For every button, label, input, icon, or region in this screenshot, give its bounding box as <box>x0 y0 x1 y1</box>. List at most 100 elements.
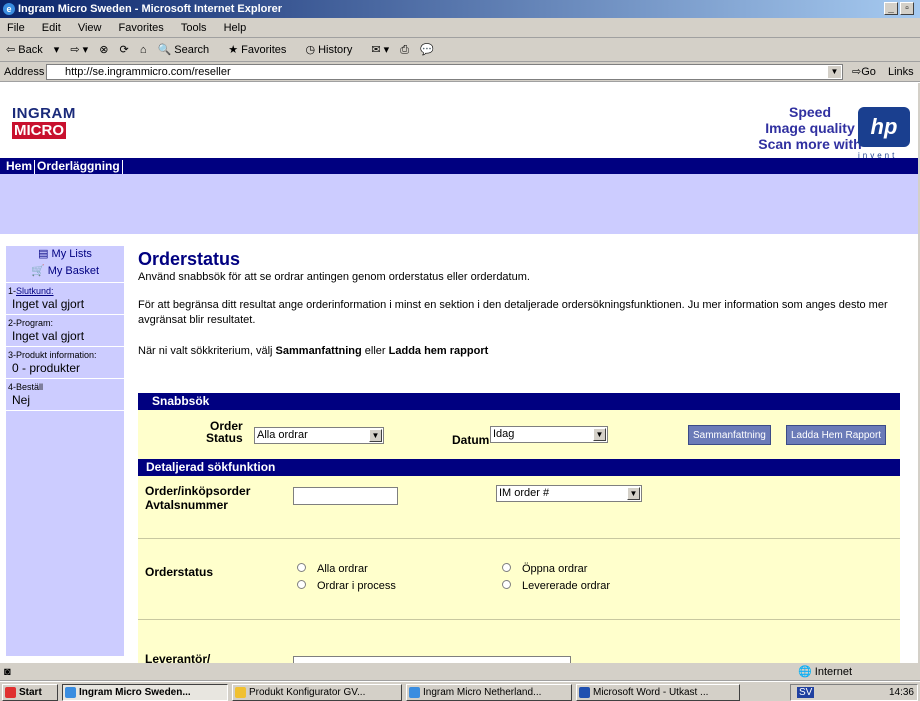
order-status-select[interactable]: Alla ordrar ▼ <box>254 427 384 444</box>
back-label: Back <box>18 44 43 56</box>
radio-in-process[interactable] <box>297 580 306 589</box>
stop-icon[interactable]: ⊗ <box>99 44 108 56</box>
window-title: Ingram Micro Sweden - Microsoft Internet… <box>18 3 283 15</box>
radio-all-orders-label: Alla ordrar <box>317 563 368 575</box>
task-ingram-sweden[interactable]: Ingram Micro Sweden... <box>62 684 228 701</box>
address-dropdown-icon[interactable]: ▼ <box>828 66 841 78</box>
internet-zone: 🌐 Internet <box>798 666 853 678</box>
step-1-value: Inget val gjort <box>12 297 85 311</box>
go-button[interactable]: ⇨Go <box>852 62 876 82</box>
nav-home[interactable]: Hem <box>6 159 32 173</box>
step-4-label: 4-Beställ <box>8 382 44 392</box>
ingram-logo-line2[interactable]: MICRO <box>12 122 66 139</box>
start-button[interactable]: Start <box>2 684 58 701</box>
print-icon[interactable]: ⎙ <box>400 44 409 56</box>
dropdown-arrow-icon[interactable]: ▼ <box>627 487 640 500</box>
task-word[interactable]: Microsoft Word - Utkast ... <box>576 684 740 701</box>
start-label: Start <box>19 687 42 698</box>
hint-download: Ladda hem rapport <box>388 345 489 357</box>
menu-edit[interactable]: Edit <box>42 22 61 34</box>
page-title: Orderstatus <box>138 249 241 269</box>
radio-in-process-label: Ordrar i process <box>317 580 396 592</box>
radio-delivered[interactable] <box>502 580 511 589</box>
order-status-value: Alla ordrar <box>257 429 308 441</box>
my-lists-link[interactable]: ▤ My Lists <box>6 246 124 263</box>
language-indicator[interactable]: SV <box>797 687 815 698</box>
menu-view[interactable]: View <box>78 22 102 34</box>
order-number-label-line2: Avtalsnummer <box>145 498 228 512</box>
order-type-value: IM order # <box>499 487 550 499</box>
hp-logo-icon[interactable]: hp <box>858 107 910 147</box>
supplier-label: Leverantör/ <box>145 652 211 663</box>
supplier-select[interactable] <box>293 656 571 663</box>
links-button[interactable]: Links <box>888 62 914 82</box>
hint-pre: När ni valt sökkriterium, välj <box>138 345 276 357</box>
address-input[interactable]: http://se.ingrammicro.com/reseller ▼ <box>46 64 843 80</box>
history-label: History <box>318 44 353 56</box>
radio-delivered-label: Levererade ordrar <box>522 580 611 592</box>
orderstatus-label: Orderstatus <box>145 565 214 579</box>
step-4-value: Nej <box>12 393 31 407</box>
minimize-button[interactable]: _ <box>884 2 898 15</box>
task-ingram-netherland-label: Ingram Micro Netherland... <box>423 687 542 698</box>
nav-separator <box>34 159 36 174</box>
search-button[interactable]: 🔍 Search <box>158 44 218 56</box>
section-divider <box>138 538 900 539</box>
step-2-label: 2-Program: <box>8 318 54 328</box>
task-word-label: Microsoft Word - Utkast ... <box>593 687 709 698</box>
sidebar-divider <box>6 282 124 283</box>
sidebar: ▤ My Lists 🛒 My Basket 1-Slutkund: Inget… <box>6 246 124 656</box>
summary-button[interactable]: Sammanfattning <box>688 425 771 445</box>
mail-icon[interactable]: ✉ ▾ <box>371 44 389 56</box>
radio-open-orders[interactable] <box>502 563 511 572</box>
forward-button[interactable]: ⇨ ▾ <box>70 44 88 56</box>
order-number-input[interactable] <box>293 487 398 505</box>
sidebar-divider <box>6 378 124 379</box>
date-select[interactable]: Idag ▼ <box>490 426 608 443</box>
ie-icon: e <box>3 3 15 15</box>
download-report-button[interactable]: Ladda Hem Rapport <box>786 425 887 445</box>
nav-order[interactable]: Orderläggning <box>37 159 120 173</box>
order-type-select[interactable]: IM order # ▼ <box>496 485 642 502</box>
radio-open-orders-label: Öppna ordrar <box>522 563 588 575</box>
date-label: Datum <box>452 433 490 447</box>
date-value: Idag <box>493 428 515 440</box>
my-basket-link[interactable]: 🛒 My Basket <box>6 263 124 280</box>
back-button[interactable]: ⇦ Back ▾ <box>6 44 59 56</box>
task-product-config[interactable]: Produkt Konfigurator GV... <box>232 684 402 701</box>
order-status-label: Order Status <box>206 420 243 444</box>
address-url: http://se.ingrammicro.com/reseller <box>65 66 231 78</box>
sidebar-divider <box>6 410 124 411</box>
my-lists-label: My Lists <box>51 248 92 260</box>
favorites-button[interactable]: ★ Favorites <box>228 44 294 56</box>
refresh-icon[interactable]: ⟳ <box>120 44 129 56</box>
radio-all-orders[interactable] <box>297 563 306 572</box>
step-1-link[interactable]: Slutkund: <box>16 286 54 296</box>
dropdown-arrow-icon[interactable]: ▼ <box>369 429 382 442</box>
ingram-logo-line1[interactable]: INGRAM <box>12 105 76 122</box>
nav-separator <box>121 159 123 174</box>
intro-text: Använd snabbsök för att se ordrar anting… <box>138 271 530 283</box>
browser-toolbar: ⇦ Back ▾ ⇨ ▾ ⊗ ⟳ ⌂ 🔍 Search ★ Favorites … <box>0 38 920 62</box>
header-band <box>0 174 918 234</box>
maximize-button[interactable]: ▫ <box>900 2 914 15</box>
menu-favorites[interactable]: Favorites <box>119 22 164 34</box>
status-bar: ◙ 🌐 Internet <box>0 663 920 681</box>
sidebar-divider <box>6 346 124 347</box>
dropdown-arrow-icon[interactable]: ▼ <box>593 428 606 441</box>
detail-search-header: Detaljerad sökfunktion <box>138 459 900 476</box>
sidebar-divider <box>6 314 124 315</box>
menu-help[interactable]: Help <box>224 22 247 34</box>
step-2-value: Inget val gjort <box>12 329 85 343</box>
home-icon[interactable]: ⌂ <box>140 44 147 56</box>
ie-task-icon <box>409 687 420 698</box>
task-ingram-netherland[interactable]: Ingram Micro Netherland... <box>406 684 572 701</box>
history-button[interactable]: ◷ History <box>305 44 360 56</box>
section-divider <box>138 619 900 620</box>
search-label: Search <box>174 44 210 56</box>
discuss-icon[interactable]: 💬 <box>420 44 434 56</box>
menu-tools[interactable]: Tools <box>181 22 207 34</box>
page-content: INGRAM MICRO Speed Image quality Scan mo… <box>0 83 920 663</box>
menu-file[interactable]: File <box>7 22 25 34</box>
taskbar: Start Ingram Micro Sweden... Produkt Kon… <box>0 681 920 701</box>
